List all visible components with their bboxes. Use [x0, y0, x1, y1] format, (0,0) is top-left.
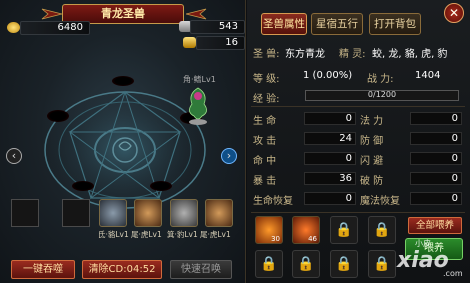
beast-value: 东方青龙 [285, 49, 325, 60]
coin-icon [7, 22, 20, 33]
stat-left-value: 0 [345, 193, 352, 204]
equip-slot-empty[interactable] [11, 199, 39, 227]
stat-right-value: 0 [451, 173, 458, 184]
next-arrow-icon[interactable]: › [221, 148, 237, 164]
gold-ingot-icon [183, 37, 196, 48]
stat-row: 攻 击 24 防 御 0 [252, 131, 464, 147]
tab-beast-attributes[interactable]: 圣兽属性 [261, 13, 307, 35]
wing-ornament-icon [41, 8, 62, 20]
rune-count: 46 [308, 235, 317, 243]
equip-label: 尾·虎Lv1 [200, 230, 231, 239]
coin-count: 6480 [20, 21, 90, 35]
stat-left-label: 暴 击 [253, 176, 277, 187]
stat-right-label: 魔法恢复 [360, 196, 400, 207]
equip-slot-empty[interactable] [62, 199, 90, 227]
equip-label: 尾·虎Lv1 [131, 230, 162, 239]
stat-left-label: 生命恢复 [253, 196, 293, 207]
stat-left-label: 攻 击 [253, 136, 277, 147]
stat-right-box: 0 [410, 152, 462, 165]
stat-left-box: 0 [304, 152, 356, 165]
previous-arrow-icon[interactable]: ‹ [6, 148, 22, 164]
stat-right-box: 0 [410, 132, 462, 145]
clear-cooldown-button[interactable]: 清除CD:04:52 [82, 260, 162, 279]
divider [251, 106, 465, 107]
lock-icon: 🔒 [330, 216, 358, 244]
stat-right-value: 0 [451, 193, 458, 204]
spirit-value: 蛟, 龙, 貉, 虎, 豹 [372, 49, 448, 60]
lock-icon: 🔒 [330, 250, 358, 278]
beast-panel: 青龙圣兽 6480 543 16 角·鳍Lv1 ‹ › 氐·貉Lv1 尾·虎Lv… [0, 0, 246, 283]
stat-left-value: 24 [339, 133, 352, 144]
stat-right-value: 0 [451, 153, 458, 164]
stat-left-box: 24 [304, 132, 356, 145]
stat-row: 生命恢复 0 魔法恢复 0 [252, 191, 464, 207]
attribute-panel: 圣兽属性 星宿五行 打开背包 ✕ 圣 兽: 东方青龙 精 灵: 蛟, 龙, 貉,… [247, 0, 470, 283]
stat-right-box: 0 [410, 112, 462, 125]
wing-ornament-icon [186, 8, 207, 20]
stat-row: 命 中 0 闪 避 0 [252, 151, 464, 167]
orb-slot-left[interactable] [47, 110, 69, 122]
stat-right-label: 法 力 [360, 116, 384, 127]
lock-icon: 🔒 [368, 250, 396, 278]
fire-rune-slot[interactable]: 30 [255, 216, 283, 244]
close-icon[interactable]: ✕ [444, 3, 464, 23]
gold-count: 16 [196, 36, 245, 50]
divider [251, 212, 465, 213]
stat-left-label: 生 命 [253, 116, 277, 127]
equip-slot-wei-tiger[interactable] [134, 199, 162, 227]
equip-label: 箕·豹Lv1 [167, 230, 198, 239]
feed-all-button[interactable]: 全部喂养 [408, 217, 462, 234]
rune-count: 30 [271, 235, 280, 243]
beast-label: 圣 兽: [253, 49, 280, 60]
orb-slot-bottom-right[interactable] [150, 181, 172, 191]
stat-left-label: 命 中 [253, 156, 277, 167]
watermark-text: xiao [397, 248, 449, 273]
stat-left-box: 0 [304, 112, 356, 125]
equip-slot-di-mole[interactable] [99, 199, 127, 227]
stat-right-box: 0 [410, 172, 462, 185]
exp-bar: 0/1200 [305, 90, 459, 101]
stat-right-label: 破 防 [360, 176, 384, 187]
equip-label: 氐·貉Lv1 [98, 230, 129, 239]
stat-right-value: 0 [451, 113, 458, 124]
watermark-logo: 小皮 xiao .com [397, 238, 469, 282]
stat-left-value: 0 [345, 113, 352, 124]
stat-row: 生 命 0 法 力 0 [252, 111, 464, 127]
tab-constellations[interactable]: 星宿五行 [311, 13, 363, 35]
tab-open-bag[interactable]: 打开背包 [369, 13, 421, 35]
spirit-label: 精 灵: [339, 49, 366, 60]
level-label: 等 级: [253, 74, 280, 85]
equip-slot-ji-leopard[interactable] [170, 199, 198, 227]
stat-left-value: 36 [339, 173, 352, 184]
power-value: 1404 [415, 70, 441, 81]
level-value: 1 (0.00%) [303, 70, 353, 81]
stat-right-label: 闪 避 [360, 156, 384, 167]
stat-right-box: 0 [410, 192, 462, 205]
fire-rune-slot[interactable]: 46 [292, 216, 320, 244]
stat-row: 暴 击 36 破 防 0 [252, 171, 464, 187]
equip-slot-wei-tiger-2[interactable] [205, 199, 233, 227]
stat-left-box: 36 [304, 172, 356, 185]
devour-all-button[interactable]: 一键吞噬 [11, 260, 75, 279]
silver-count: 543 [190, 20, 245, 34]
exp-label: 经 验: [253, 94, 280, 105]
lock-icon: 🔒 [255, 250, 283, 278]
orb-slot-top[interactable] [112, 76, 134, 86]
exp-text: 0/1200 [367, 90, 397, 99]
lock-icon: 🔒 [368, 216, 396, 244]
stat-left-value: 0 [345, 153, 352, 164]
quick-summon-button[interactable]: 快速召唤 [170, 260, 232, 279]
orb-slot-bottom-left[interactable] [72, 181, 94, 191]
stat-left-box: 0 [304, 192, 356, 205]
power-label: 战 力: [367, 74, 394, 85]
stat-right-label: 防 御 [360, 136, 384, 147]
watermark-domain: .com [443, 269, 463, 278]
lock-icon: 🔒 [292, 250, 320, 278]
dragon-pet-sprite[interactable] [184, 84, 212, 126]
stat-right-value: 0 [451, 133, 458, 144]
